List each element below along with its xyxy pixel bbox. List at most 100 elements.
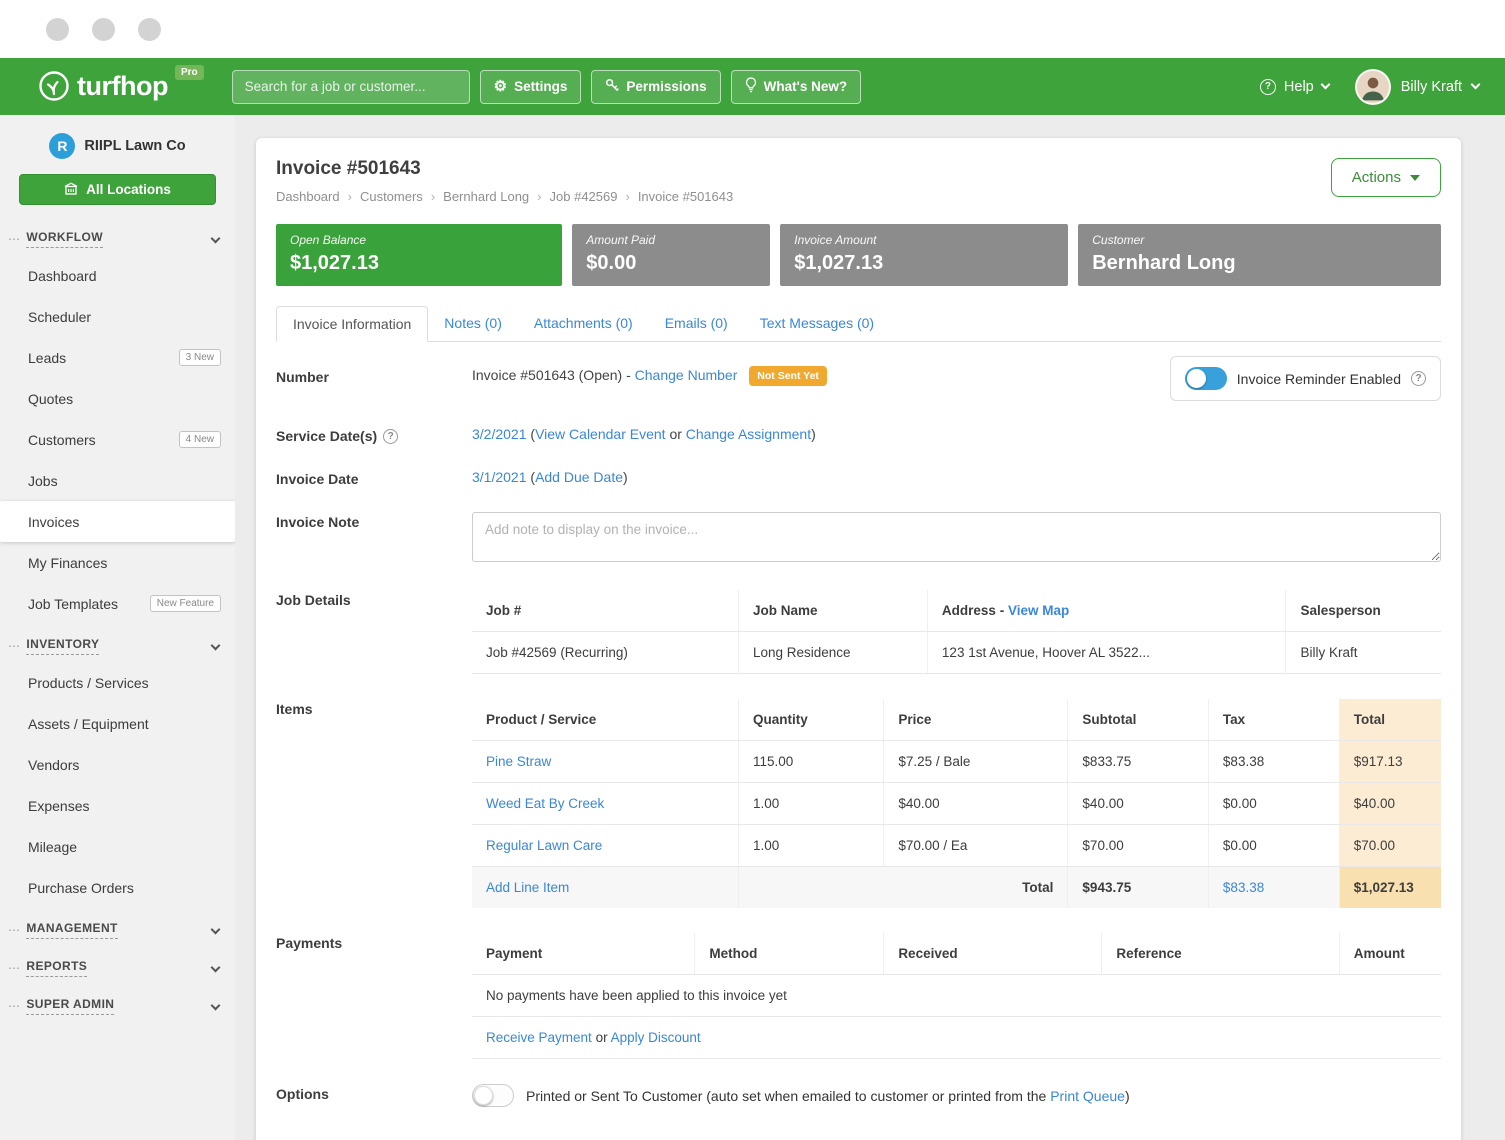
sidebar-item-label: Products / Services (28, 675, 149, 691)
sidebar-item-vendors[interactable]: Vendors (0, 744, 235, 785)
service-date-link[interactable]: 3/2/2021 (472, 426, 527, 442)
subtotal-cell: $40.00 (1068, 783, 1209, 825)
item-row: Weed Eat By Creek 1.00 $40.00 $40.00 $0.… (472, 783, 1441, 825)
breadcrumb-job[interactable]: Job #42569 (529, 189, 617, 204)
sidebar-item-label: Leads (28, 350, 66, 366)
stat-label: Customer (1092, 233, 1427, 247)
help-tooltip-icon[interactable]: ? (383, 429, 398, 444)
company-switcher[interactable]: R RIIPL Lawn Co (0, 115, 235, 167)
product-link[interactable]: Regular Lawn Care (486, 838, 602, 853)
sidebar-item-purchase-orders[interactable]: Purchase Orders (0, 867, 235, 908)
change-assignment-link[interactable]: Change Assignment (686, 426, 811, 442)
sidebar-section-workflow[interactable]: ⋯ WORKFLOW (0, 217, 235, 255)
chevron-down-icon (1410, 175, 1420, 181)
drag-handle-icon: ⋯ (8, 923, 20, 937)
view-map-link[interactable]: View Map (1008, 603, 1069, 618)
permissions-button[interactable]: Permissions (591, 70, 720, 104)
sidebar-item-assets-equipment[interactable]: Assets / Equipment (0, 703, 235, 744)
footer-tax-link[interactable]: $83.38 (1223, 880, 1264, 895)
breadcrumb-customer[interactable]: Bernhard Long (423, 189, 529, 204)
stat-boxes: Open Balance $1,027.13 Amount Paid $0.00… (276, 224, 1441, 286)
invoice-tabs: Invoice Information Notes (0) Attachment… (276, 306, 1441, 342)
company-avatar: R (49, 133, 75, 159)
sidebar-item-quotes[interactable]: Quotes (0, 378, 235, 419)
tab-text-messages[interactable]: Text Messages (0) (744, 306, 890, 341)
total-header: Total (1339, 699, 1441, 741)
job-name-header: Job Name (738, 590, 927, 632)
search-input[interactable] (232, 70, 470, 104)
or-text: or (669, 426, 681, 442)
stat-customer: Customer Bernhard Long (1078, 224, 1441, 286)
add-due-date-link[interactable]: Add Due Date (535, 469, 623, 485)
sidebar-item-job-templates[interactable]: Job Templates New Feature (0, 583, 235, 624)
stat-value: Bernhard Long (1092, 252, 1427, 275)
tab-notes[interactable]: Notes (0) (428, 306, 518, 341)
sidebar-item-mileage[interactable]: Mileage (0, 826, 235, 867)
user-menu[interactable]: Billy Kraft (1355, 69, 1479, 105)
job-details-table: Job # Job Name Address - View Map Salesp… (472, 590, 1441, 674)
price-cell: $70.00 / Ea (884, 825, 1068, 867)
window-chrome (0, 0, 1505, 58)
actions-button[interactable]: Actions (1331, 158, 1441, 197)
view-calendar-event-link[interactable]: View Calendar Event (535, 426, 665, 442)
section-title: REPORTS (26, 959, 87, 977)
brand-logo[interactable]: turfhop Pro (38, 67, 204, 107)
section-title: MANAGEMENT (26, 921, 117, 939)
salesperson-header: Salesperson (1286, 590, 1441, 632)
sidebar-item-label: Purchase Orders (28, 880, 134, 896)
sidebar-item-leads[interactable]: Leads 3 New (0, 337, 235, 378)
product-link[interactable]: Weed Eat By Creek (486, 796, 604, 811)
quantity-cell: 1.00 (738, 783, 883, 825)
sidebar-item-customers[interactable]: Customers 4 New (0, 419, 235, 460)
receive-payment-link[interactable]: Receive Payment (486, 1030, 592, 1045)
window-minimize-button[interactable] (92, 18, 115, 41)
window-zoom-button[interactable] (138, 18, 161, 41)
breadcrumb-dashboard[interactable]: Dashboard (276, 189, 340, 204)
price-cell: $40.00 (884, 783, 1068, 825)
sidebar-item-label: Expenses (28, 798, 89, 814)
help-tooltip-icon[interactable]: ? (1411, 371, 1426, 386)
sidebar-section-management[interactable]: ⋯ MANAGEMENT (0, 908, 235, 946)
help-icon: ? (1260, 79, 1276, 95)
permissions-label: Permissions (626, 79, 706, 94)
section-title: WORKFLOW (26, 230, 103, 248)
tab-invoice-information[interactable]: Invoice Information (276, 306, 428, 342)
actions-label: Actions (1352, 169, 1401, 186)
apply-discount-link[interactable]: Apply Discount (611, 1030, 701, 1045)
toggle-knob (1187, 369, 1206, 388)
invoice-date-link[interactable]: 3/1/2021 (472, 469, 527, 485)
sidebar-item-my-finances[interactable]: My Finances (0, 542, 235, 583)
sidebar-item-scheduler[interactable]: Scheduler (0, 296, 235, 337)
sidebar-section-super-admin[interactable]: ⋯ SUPER ADMIN (0, 984, 235, 1022)
sidebar-item-jobs[interactable]: Jobs (0, 460, 235, 501)
breadcrumb-customers[interactable]: Customers (340, 189, 423, 204)
print-queue-link[interactable]: Print Queue (1050, 1088, 1125, 1104)
settings-button[interactable]: ⚙ Settings (480, 70, 582, 104)
add-line-item-link[interactable]: Add Line Item (486, 880, 569, 895)
printed-toggle[interactable] (472, 1084, 514, 1107)
change-number-link[interactable]: Change Number (635, 367, 738, 383)
invoice-reminder-toggle[interactable] (1185, 367, 1227, 390)
pro-badge: Pro (175, 65, 204, 80)
tab-attachments[interactable]: Attachments (0) (518, 306, 649, 341)
sidebar-section-inventory[interactable]: ⋯ INVENTORY (0, 624, 235, 662)
footer-grand-total: $1,027.13 (1339, 867, 1441, 909)
whats-new-button[interactable]: What's New? (731, 70, 861, 104)
tab-emails[interactable]: Emails (0) (649, 306, 744, 341)
sidebar-item-invoices[interactable]: Invoices (0, 501, 235, 542)
invoice-note-input[interactable] (472, 512, 1441, 562)
subtotal-cell: $70.00 (1068, 825, 1209, 867)
all-locations-button[interactable]: All Locations (19, 174, 216, 205)
sidebar-section-reports[interactable]: ⋯ REPORTS (0, 946, 235, 984)
price-cell: $7.25 / Bale (884, 741, 1068, 783)
payments-actions-row: Receive Payment or Apply Discount (472, 1017, 1441, 1059)
help-menu[interactable]: ? Help (1260, 79, 1329, 95)
new-count-badge: 4 New (179, 431, 221, 448)
sidebar-item-dashboard[interactable]: Dashboard (0, 255, 235, 296)
sidebar-item-expenses[interactable]: Expenses (0, 785, 235, 826)
new-count-badge: 3 New (179, 349, 221, 366)
product-link[interactable]: Pine Straw (486, 754, 551, 769)
job-salesperson-cell: Billy Kraft (1286, 632, 1441, 674)
sidebar-item-products-services[interactable]: Products / Services (0, 662, 235, 703)
window-close-button[interactable] (46, 18, 69, 41)
